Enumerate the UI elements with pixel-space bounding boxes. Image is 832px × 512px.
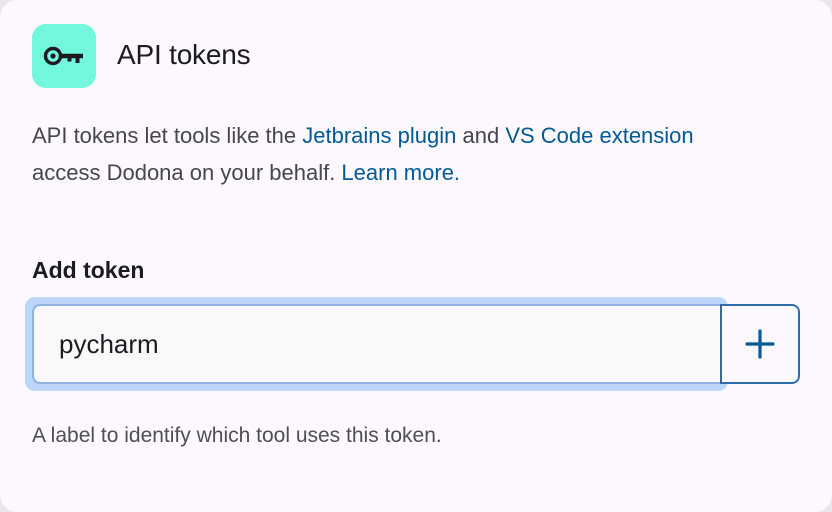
- page-title: API tokens: [117, 39, 251, 70]
- learn-more-link[interactable]: Learn more.: [341, 160, 460, 185]
- key-icon: [43, 46, 83, 66]
- description-text-middle: and: [456, 123, 506, 148]
- description-text-after: access Dodona on your behalf.: [32, 159, 342, 185]
- add-token-label: Add token: [32, 257, 145, 283]
- vscode-extension-link[interactable]: VS Code extension: [505, 123, 693, 148]
- jetbrains-plugin-link[interactable]: Jetbrains plugin: [302, 123, 456, 148]
- add-token-button[interactable]: [720, 304, 800, 384]
- helper-text: A label to identify which tool uses this…: [32, 424, 442, 447]
- token-name-input[interactable]: [34, 306, 720, 382]
- description-text-before: API tokens let tools like the: [32, 123, 303, 148]
- description-text: API tokens let tools like the Jetbrains …: [32, 118, 792, 191]
- token-input-wrapper: [32, 304, 722, 384]
- plus-icon: [745, 329, 775, 359]
- key-icon-badge: [32, 24, 96, 88]
- api-tokens-card: API tokens API tokens let tools like the…: [0, 0, 832, 512]
